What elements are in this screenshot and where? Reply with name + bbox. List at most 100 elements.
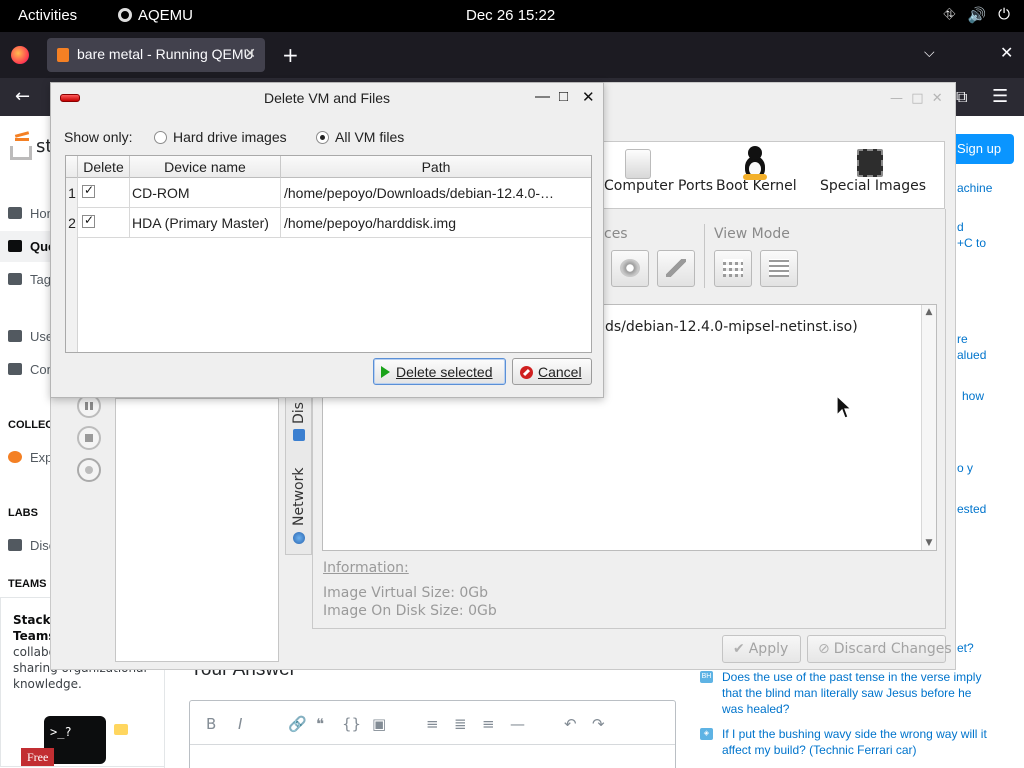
quote-icon[interactable]: ❝ [316,715,324,733]
radio-all-vm-files[interactable]: All VM files [316,129,404,145]
redo-icon[interactable]: ↷ [592,715,605,733]
code-icon[interactable]: {} [342,715,361,733]
tab-special-images[interactable]: Special Images [820,178,926,194]
gear-icon [620,259,640,277]
hot-question[interactable]: BH Does the use of the past tense in the… [700,669,992,717]
cancel-label: Cancel [538,364,582,380]
cancel-button[interactable]: Cancel [512,358,592,385]
heading-icon[interactable]: ≡ [482,715,495,733]
view-icons-button[interactable] [714,250,752,287]
list-all-tabs-button[interactable]: ⌵ [924,45,935,61]
activities-button[interactable]: Activities [18,7,77,24]
tab-close-icon[interactable]: ✕ [244,45,256,62]
radio-dot-selected [316,131,329,144]
hot-question-text[interactable]: Does the use of the past tense in the ve… [722,669,992,717]
reset-icon[interactable] [77,458,101,482]
hot-question-text[interactable]: If I put the bushing wavy side the wrong… [722,726,992,758]
image-icon[interactable]: ▣ [372,715,386,733]
clock[interactable]: Dec 26 15:22 [466,7,555,24]
minimize-button[interactable]: — [535,88,550,105]
column-header-delete[interactable]: Delete [78,156,130,178]
tab-boot-kernel[interactable]: Boot Kernel [716,178,797,194]
dialog-titlebar[interactable]: Delete VM and Files — □ ✕ [51,83,603,113]
delete-selected-button[interactable]: Delete selected [373,358,506,385]
column-header-path[interactable]: Path [281,156,591,178]
path-cell: /home/pepoyo/Downloads/debian-12.4.0-… [284,185,555,201]
disk-icon [293,429,305,441]
dialog-title: Delete VM and Files [263,90,391,106]
maximize-button[interactable]: □ [559,88,568,105]
hot-question[interactable]: ◈ If I put the bushing wavy side the wro… [700,726,992,758]
check-icon: ✔ [733,641,745,657]
grid-view-icon [723,259,743,277]
column-header-device-name[interactable]: Device name [130,156,281,178]
scroll-down-icon[interactable]: ▼ [922,538,936,548]
info-disk-size: Image On Disk Size: 0Gb [323,603,497,619]
apply-label: Apply [748,641,789,657]
numbered-list-icon[interactable]: ≡ [426,715,439,733]
undo-icon[interactable]: ↶ [564,715,577,733]
italic-icon[interactable]: I [238,715,242,733]
browser-menu-button[interactable]: ☰ [992,86,1008,107]
sidebar-fragment[interactable]: how [962,388,984,404]
show-only-label: Show only: [64,129,133,145]
tab-network[interactable]: Network [291,468,307,526]
device-list-scrollbar[interactable]: ▲ ▼ [921,305,936,550]
files-table-header: Delete Device name Path [66,156,591,178]
device-properties-button[interactable] [611,250,649,287]
delete-checkbox[interactable]: ✓ [82,183,95,198]
vm-list-panel[interactable] [115,398,279,662]
table-row[interactable]: 2 ✓ HDA (Primary Master) /home/pepoyo/ha… [66,208,591,238]
view-list-button[interactable] [760,250,798,287]
signup-button[interactable]: Sign up [948,134,1014,164]
information-label: Information: [323,560,409,576]
stop-icon[interactable] [77,426,101,450]
bold-icon[interactable]: B [206,715,216,733]
sidebar-fragment[interactable]: o y [957,460,973,476]
back-button[interactable]: ← [15,86,30,107]
sidebar-fragment[interactable]: re [957,331,968,347]
site-badge-icon: ◈ [700,728,713,740]
discard-changes-button[interactable]: ⊘ Discard Changes [807,635,952,663]
sidebar-fragment[interactable]: alued [957,347,986,363]
tab-computer-ports[interactable]: Computer Ports [604,178,713,194]
scroll-up-icon[interactable]: ▲ [922,307,936,317]
discard-label: Discard Changes [833,641,952,657]
table-row[interactable]: 1 ✓ CD-ROM /home/pepoyo/Downloads/debian… [66,178,591,208]
sidebar-fragment[interactable]: et? [957,640,974,656]
devices-group-label: ces [604,226,628,242]
sidebar-fragment[interactable]: d [957,219,964,235]
apply-button[interactable]: ✔ Apply [722,635,801,663]
row-number-header [66,156,78,178]
firefox-logo-icon[interactable] [11,46,29,64]
sidebar-fragment[interactable]: achine [957,180,992,196]
new-tab-button[interactable]: + [282,43,299,67]
files-table: Delete Device name Path 1 ✓ CD-ROM /home… [65,155,592,353]
bullet-list-icon[interactable]: ≣ [454,715,467,733]
tag-icon [8,273,22,285]
edit-device-button[interactable] [657,250,695,287]
system-tray[interactable]: ⛗ 🔊 ⏻ [943,6,1010,24]
browser-close-button[interactable]: ✕ [1000,43,1013,62]
browser-tab[interactable]: bare metal - Running QEMU ✕ [47,38,265,72]
extensions-icon[interactable]: ⧉ [956,87,967,107]
sidebar-fragment[interactable]: ested [957,501,986,517]
row-number: 2 [66,208,78,238]
stackoverflow-logo-icon[interactable] [8,130,34,160]
link-icon[interactable]: 🔗 [288,715,307,733]
horizontal-rule-icon[interactable]: — [510,715,525,733]
radio-hard-drive-images[interactable]: Hard drive images [154,129,287,145]
aqemu-window-controls[interactable]: — □ ✕ [890,91,943,106]
device-path-text: ds/debian-12.4.0-mipsel-netinst.iso) [605,319,858,335]
delete-vm-dialog: Delete VM and Files — □ ✕ Show only: Har… [50,82,604,398]
answer-editor[interactable]: B I 🔗 ❝ {} ▣ ≡ ≣ ≡ — ↶ ↷ [189,700,676,768]
radio-hdd-label: Hard drive images [173,129,287,145]
no-entry-icon: ⊘ [818,641,830,657]
tab-disks[interactable]: Dis [291,402,307,424]
close-button[interactable]: ✕ [582,88,595,106]
sidebar-fragment[interactable]: +C to [957,235,986,251]
delete-checkbox[interactable]: ✓ [82,213,95,228]
chat-bubble-icon [114,724,128,735]
app-menu[interactable]: AQEMU [118,7,193,24]
free-badge[interactable]: Free [21,748,55,766]
